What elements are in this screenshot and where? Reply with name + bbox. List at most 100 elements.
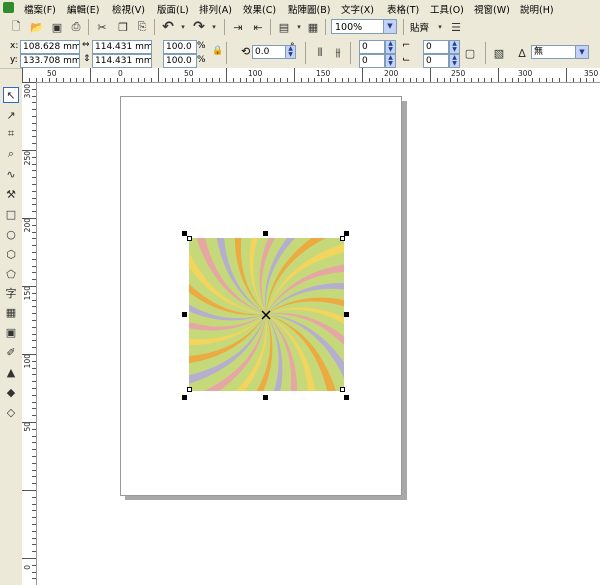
mirror-vertical-icon[interactable]: ⫵ xyxy=(330,45,346,61)
corner-bottom-left-spinner[interactable]: ▲ ▼ xyxy=(385,54,396,68)
copy-icon[interactable]: ❐ xyxy=(115,19,131,35)
menu-table[interactable]: 表格(T) xyxy=(387,2,419,16)
shape-tool-icon[interactable]: ↗ xyxy=(3,107,19,123)
cut-icon[interactable]: ✂ xyxy=(94,19,110,35)
scale-y-field[interactable]: 100.0 xyxy=(163,54,197,68)
redo-dropdown-icon[interactable]: ▾ xyxy=(206,19,222,35)
menu-tools[interactable]: 工具(O) xyxy=(430,2,464,16)
outline-tool-icon[interactable]: ▲ xyxy=(3,364,19,380)
corner-top-right-spinner[interactable]: ▲ ▼ xyxy=(449,40,460,54)
selection-handle-bottom-right[interactable] xyxy=(344,395,349,400)
menu-file[interactable]: 檔案(F) xyxy=(24,2,56,16)
ruler-tick xyxy=(32,388,36,389)
ruler-tick xyxy=(110,78,112,82)
open-folder-icon[interactable]: 📂 xyxy=(29,19,45,35)
outline-width-select[interactable]: 無 ▼ xyxy=(531,45,589,59)
fill-tool-icon[interactable]: ◆ xyxy=(3,384,19,400)
round-corners-together-icon[interactable]: ▢ xyxy=(462,45,478,61)
horizontal-ruler[interactable]: 50 0 50 100 150 200 250 300 350 xyxy=(22,68,600,83)
ruler-label: 200 xyxy=(384,69,399,78)
zoom-tool-icon[interactable]: ⌕ xyxy=(3,146,19,162)
rotation-angle-field[interactable]: 0.0 xyxy=(252,45,286,59)
crop-tool-icon[interactable]: ⌗ xyxy=(3,126,19,142)
chevron-down-icon[interactable]: ▼ xyxy=(383,20,396,33)
height-field[interactable]: 114.431 mm xyxy=(92,54,152,68)
polygon-tool-icon[interactable]: ⬡ xyxy=(3,246,19,262)
selection-handle-bottom[interactable] xyxy=(263,395,268,400)
chevron-down-icon[interactable]: ▼ xyxy=(575,46,588,58)
paste-icon[interactable]: ⎘ xyxy=(134,19,150,35)
corner-bottom-right-field[interactable]: 0 xyxy=(423,54,449,68)
node-handle[interactable] xyxy=(340,236,345,241)
redo-icon[interactable]: ↷ xyxy=(191,19,207,35)
menu-window[interactable]: 視窗(W) xyxy=(474,2,510,16)
text-tool-icon[interactable]: 字 xyxy=(3,285,19,301)
mirror-horizontal-icon[interactable]: ⫴ xyxy=(312,45,328,61)
scale-x-field[interactable]: 100.0 xyxy=(163,40,197,54)
ruler-tick xyxy=(239,78,241,82)
ruler-tick xyxy=(178,78,180,82)
ruler-tick xyxy=(423,78,425,82)
ruler-label: 0 xyxy=(23,565,32,570)
save-icon[interactable]: ▣ xyxy=(49,19,65,35)
undo-dropdown-icon[interactable]: ▾ xyxy=(175,19,191,35)
snap-to-label[interactable]: 貼齊 xyxy=(410,20,429,34)
new-document-icon[interactable]: 🗋 xyxy=(8,19,24,35)
table-tool-icon[interactable]: ▦ xyxy=(3,304,19,320)
menu-bitmaps[interactable]: 點陣圖(B) xyxy=(288,2,330,16)
vertical-ruler[interactable]: 300 250 200 150 100 50 0 xyxy=(22,82,37,585)
options-icon[interactable]: ☰ xyxy=(448,19,464,35)
eyedropper-tool-icon[interactable]: ✐ xyxy=(3,344,19,360)
smart-fill-tool-icon[interactable]: ⚒ xyxy=(3,186,19,202)
zoom-level-select[interactable]: 100% ▼ xyxy=(331,19,397,34)
undo-icon[interactable]: ↶ xyxy=(160,19,176,35)
center-of-rotation-icon[interactable] xyxy=(261,310,271,320)
menu-text[interactable]: 文字(X) xyxy=(341,2,374,16)
corner-top-right-field[interactable]: 0 xyxy=(423,40,449,54)
ruler-tick xyxy=(450,78,452,82)
node-handle[interactable] xyxy=(187,236,192,241)
corner-bottom-right-spinner[interactable]: ▲ ▼ xyxy=(449,54,460,68)
selection-handle-top[interactable] xyxy=(263,231,268,236)
import-icon[interactable]: ⇥ xyxy=(230,19,246,35)
menu-arrange[interactable]: 排列(A) xyxy=(199,2,232,16)
x-position-field[interactable]: 108.628 mm xyxy=(20,40,80,54)
selection-handle-right[interactable] xyxy=(344,312,349,317)
snap-dropdown-icon[interactable]: ▾ xyxy=(432,19,448,35)
menu-view[interactable]: 檢視(V) xyxy=(112,2,145,16)
ruler-tick xyxy=(22,82,36,83)
wrap-text-icon[interactable]: ▧ xyxy=(491,45,507,61)
interactive-fill-tool-icon[interactable]: ◇ xyxy=(3,404,19,420)
width-field[interactable]: 114.431 mm xyxy=(92,40,152,54)
selection-handle-left[interactable] xyxy=(182,312,187,317)
basic-shapes-tool-icon[interactable]: ⬠ xyxy=(3,266,19,282)
menu-layout[interactable]: 版面(L) xyxy=(157,2,189,16)
menu-help[interactable]: 說明(H) xyxy=(520,2,554,16)
export-icon[interactable]: ⇤ xyxy=(250,19,266,35)
ruler-tick xyxy=(375,78,377,82)
ruler-tick xyxy=(192,78,193,82)
scale-x-percent-label: % xyxy=(197,41,206,51)
ruler-tick xyxy=(32,428,36,430)
ellipse-tool-icon[interactable]: ○ xyxy=(3,226,19,242)
corner-top-left-spinner[interactable]: ▲ ▼ xyxy=(385,40,396,54)
node-handle[interactable] xyxy=(340,387,345,392)
welcome-screen-icon[interactable]: ▦ xyxy=(305,19,321,35)
print-icon[interactable]: ⎙ xyxy=(68,19,84,35)
freehand-tool-icon[interactable]: ∿ xyxy=(3,166,19,182)
ruler-tick xyxy=(32,537,36,539)
app-icon[interactable] xyxy=(3,2,14,13)
node-handle[interactable] xyxy=(187,387,192,392)
lock-ratio-icon[interactable]: 🔒 xyxy=(212,46,223,56)
menu-effects[interactable]: 效果(C) xyxy=(243,2,276,16)
application-launcher-icon[interactable]: ▤ xyxy=(276,19,292,35)
interactive-effects-tool-icon[interactable]: ▣ xyxy=(3,324,19,340)
corner-bottom-left-field[interactable]: 0 xyxy=(359,54,385,68)
corner-top-left-field[interactable]: 0 xyxy=(359,40,385,54)
selection-handle-bottom-left[interactable] xyxy=(182,395,187,400)
rectangle-tool-icon[interactable]: □ xyxy=(3,206,19,222)
ruler-tick xyxy=(32,564,36,566)
y-position-field[interactable]: 133.708 mm xyxy=(20,54,80,68)
menu-edit[interactable]: 編輯(E) xyxy=(67,2,99,16)
pick-tool-icon[interactable]: ↖ xyxy=(3,87,19,103)
